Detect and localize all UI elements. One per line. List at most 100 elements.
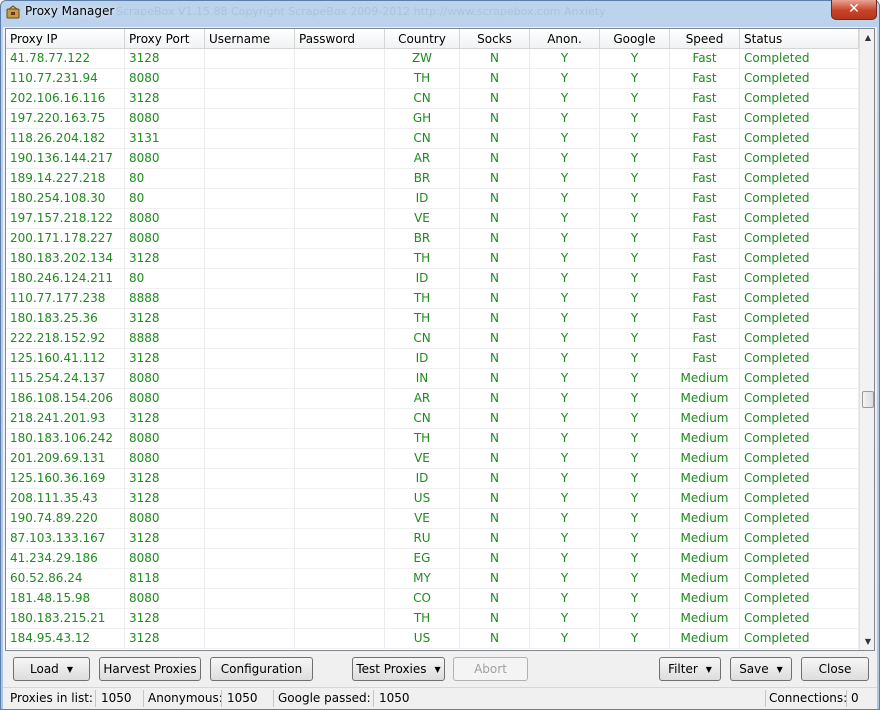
- column-header-status[interactable]: Status: [740, 29, 859, 49]
- cell-status: Completed: [740, 369, 859, 389]
- cell-anon: Y: [530, 149, 600, 169]
- cell-status: Completed: [740, 349, 859, 369]
- table-row[interactable]: 110.77.177.238 8888 TH N Y Y Fast Completed: [6, 289, 859, 309]
- cell-username: [205, 609, 295, 629]
- cell-anon: Y: [530, 369, 600, 389]
- table-row[interactable]: 87.103.133.167 3128 RU N Y Y Medium Completed: [6, 529, 859, 549]
- cell-speed: Fast: [670, 209, 740, 229]
- test-proxies-button[interactable]: Test Proxies ▼: [352, 657, 445, 681]
- cell-speed: Fast: [670, 189, 740, 209]
- table-row[interactable]: 186.108.154.206 8080 AR N Y Y Medium Completed: [6, 389, 859, 409]
- cell-ip: 184.95.43.12: [6, 629, 125, 649]
- table-row[interactable]: 125.160.41.112 3128 ID N Y Y Fast Completed: [6, 349, 859, 369]
- cell-username: [205, 269, 295, 289]
- scroll-up-arrow-icon[interactable]: ▲: [860, 29, 874, 46]
- table-row[interactable]: 181.48.15.98 8080 CO N Y Y Medium Completed: [6, 589, 859, 609]
- status-divider: [765, 690, 766, 707]
- cell-port: 8080: [125, 509, 205, 529]
- save-button[interactable]: Save ▼: [730, 657, 792, 681]
- window-close-button[interactable]: ✕: [831, 0, 877, 20]
- configuration-button[interactable]: Configuration: [210, 657, 313, 681]
- cell-ip: 180.254.108.30: [6, 189, 125, 209]
- column-header-password[interactable]: Password: [295, 29, 385, 49]
- harvest-proxies-button[interactable]: Harvest Proxies: [99, 657, 201, 681]
- column-header-ip[interactable]: Proxy IP: [6, 29, 125, 49]
- title-bar[interactable]: Proxy Manager ScrapeBox V1.15.88 Copyrig…: [1, 0, 879, 25]
- table-row[interactable]: 180.254.108.30 80 ID N Y Y Fast Completed: [6, 189, 859, 209]
- column-header-anon[interactable]: Anon.: [530, 29, 600, 49]
- column-header-port[interactable]: Proxy Port: [125, 29, 205, 49]
- table-row[interactable]: 218.241.201.93 3128 CN N Y Y Medium Completed: [6, 409, 859, 429]
- cell-socks: N: [460, 509, 530, 529]
- cell-username: [205, 289, 295, 309]
- abort-button[interactable]: Abort: [453, 657, 528, 681]
- proxy-table: Proxy IP Proxy Port Username Password Countr…: [5, 28, 875, 651]
- cell-speed: Medium: [670, 469, 740, 489]
- cell-password: [295, 249, 385, 269]
- cell-socks: N: [460, 309, 530, 329]
- cell-ip: 110.77.231.94: [6, 69, 125, 89]
- cell-anon: Y: [530, 49, 600, 69]
- cell-country: ZW: [385, 49, 460, 69]
- table-row[interactable]: 110.77.231.94 8080 TH N Y Y Fast Completed: [6, 69, 859, 89]
- cell-password: [295, 209, 385, 229]
- cell-anon: Y: [530, 169, 600, 189]
- cell-status: Completed: [740, 449, 859, 469]
- table-row[interactable]: 184.95.43.12 3128 US N Y Y Medium Completed: [6, 629, 859, 649]
- cell-google: Y: [600, 429, 670, 449]
- vertical-scrollbar[interactable]: ▲ ▼: [859, 29, 874, 650]
- table-row[interactable]: 197.220.163.75 8080 GH N Y Y Fast Completed: [6, 109, 859, 129]
- cell-speed: Medium: [670, 549, 740, 569]
- table-row[interactable]: 180.183.106.242 8080 TH N Y Y Medium Completed: [6, 429, 859, 449]
- column-header-country[interactable]: Country: [385, 29, 460, 49]
- cell-ip: 41.234.29.186: [6, 549, 125, 569]
- cell-status: Completed: [740, 589, 859, 609]
- cell-speed: Medium: [670, 629, 740, 649]
- table-row[interactable]: 180.183.202.134 3128 TH N Y Y Fast Completed: [6, 249, 859, 269]
- scrollbar-thumb[interactable]: [862, 391, 874, 408]
- column-header-username[interactable]: Username: [205, 29, 295, 49]
- table-row[interactable]: 202.106.16.116 3128 CN N Y Y Fast Completed: [6, 89, 859, 109]
- cell-status: Completed: [740, 329, 859, 349]
- load-button[interactable]: Load ▼: [13, 657, 90, 681]
- table-row[interactable]: 180.183.25.36 3128 TH N Y Y Fast Completed: [6, 309, 859, 329]
- table-row[interactable]: 60.52.86.24 8118 MY N Y Y Medium Completed: [6, 569, 859, 589]
- table-row[interactable]: 208.111.35.43 3128 US N Y Y Medium Completed: [6, 489, 859, 509]
- table-row[interactable]: 180.183.215.21 3128 TH N Y Y Medium Completed: [6, 609, 859, 629]
- cell-socks: N: [460, 209, 530, 229]
- table-row[interactable]: 180.246.124.211 80 ID N Y Y Fast Completed: [6, 269, 859, 289]
- column-header-speed[interactable]: Speed: [670, 29, 740, 49]
- table-row[interactable]: 118.26.204.182 3131 CN N Y Y Fast Completed: [6, 129, 859, 149]
- cell-status: Completed: [740, 269, 859, 289]
- close-icon: ✕: [848, 1, 860, 17]
- cell-status: Completed: [740, 249, 859, 269]
- cell-port: 3128: [125, 409, 205, 429]
- table-row[interactable]: 189.14.227.218 80 BR N Y Y Fast Completed: [6, 169, 859, 189]
- cell-port: 8080: [125, 449, 205, 469]
- cell-country: AR: [385, 149, 460, 169]
- scroll-down-arrow-icon[interactable]: ▼: [860, 633, 874, 650]
- table-row[interactable]: 125.160.36.169 3128 ID N Y Y Medium Completed: [6, 469, 859, 489]
- cell-password: [295, 49, 385, 69]
- test-proxies-label: Test Proxies: [356, 662, 427, 676]
- table-row[interactable]: 190.136.144.217 8080 AR N Y Y Fast Completed: [6, 149, 859, 169]
- table-row[interactable]: 41.78.77.122 3128 ZW N Y Y Fast Completed: [6, 49, 859, 69]
- cell-username: [205, 69, 295, 89]
- cell-port: 8080: [125, 229, 205, 249]
- cell-ip: 181.48.15.98: [6, 589, 125, 609]
- table-row[interactable]: 201.209.69.131 8080 VE N Y Y Medium Completed: [6, 449, 859, 469]
- cell-username: [205, 429, 295, 449]
- table-row[interactable]: 200.171.178.227 8080 BR N Y Y Fast Completed: [6, 229, 859, 249]
- table-row[interactable]: 222.218.152.92 8888 CN N Y Y Fast Completed: [6, 329, 859, 349]
- cell-country: CN: [385, 409, 460, 429]
- column-header-socks[interactable]: Socks: [460, 29, 530, 49]
- column-header-google[interactable]: Google: [600, 29, 670, 49]
- filter-button[interactable]: Filter ▼: [659, 657, 721, 681]
- table-row[interactable]: 115.254.24.137 8080 IN N Y Y Medium Completed: [6, 369, 859, 389]
- table-row[interactable]: 41.234.29.186 8080 EG N Y Y Medium Completed: [6, 549, 859, 569]
- cell-username: [205, 469, 295, 489]
- table-row[interactable]: 197.157.218.122 8080 VE N Y Y Fast Completed: [6, 209, 859, 229]
- chevron-down-icon: ▼: [776, 665, 783, 674]
- close-button[interactable]: Close: [801, 657, 869, 681]
- table-row[interactable]: 190.74.89.220 8080 VE N Y Y Medium Completed: [6, 509, 859, 529]
